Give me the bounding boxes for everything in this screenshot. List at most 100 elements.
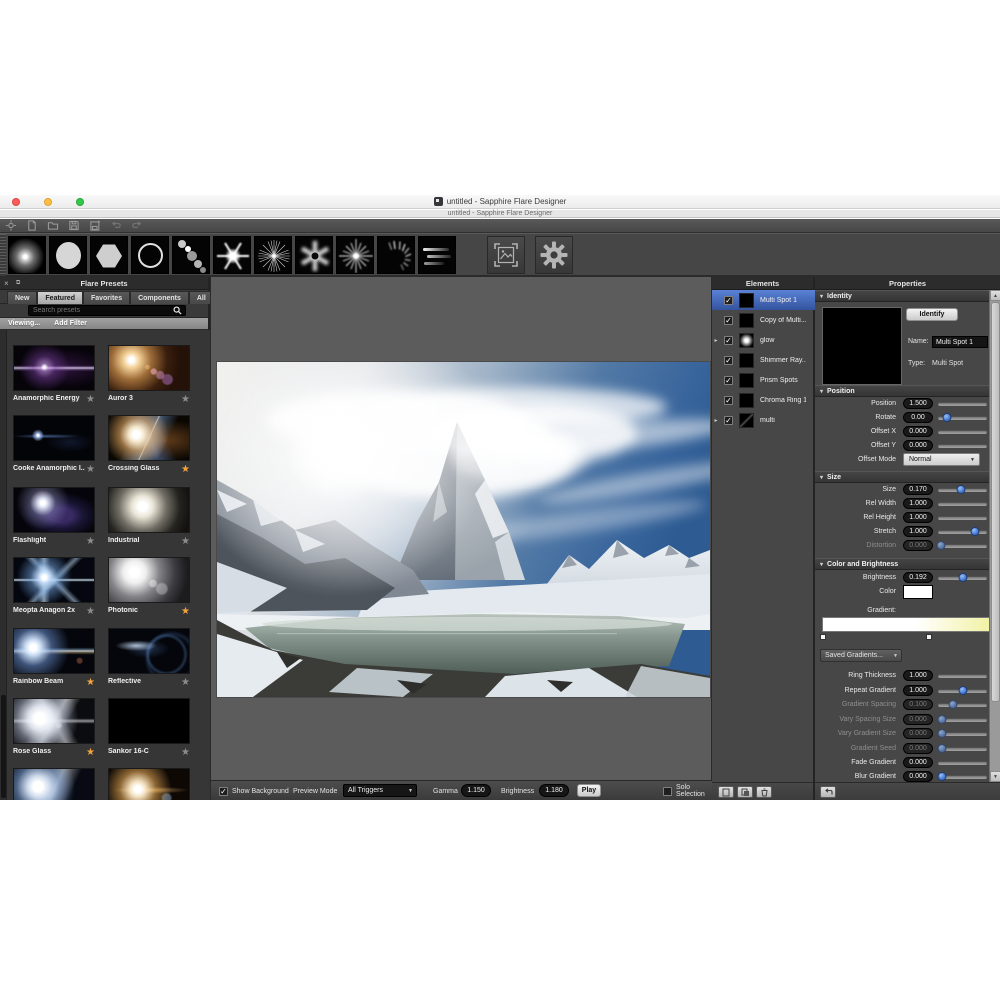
preset-thumbnail[interactable] (13, 698, 95, 744)
preset-item[interactable]: Meopta Anagon 2x ★ (13, 557, 95, 614)
element-row[interactable]: ✓ Copy of Multi... (712, 310, 815, 330)
favorite-star-icon[interactable]: ★ (86, 395, 95, 405)
param-value-field[interactable]: 0.000 (903, 757, 933, 768)
param-value-field[interactable]: 1.000 (903, 498, 933, 509)
close-panel-icon[interactable]: × (4, 279, 9, 288)
add-star-element-button[interactable] (213, 236, 251, 274)
preset-item[interactable]: Sankor 16-C ★ (108, 698, 190, 755)
add-ring-element-button[interactable] (131, 236, 169, 274)
param-slider[interactable] (938, 488, 987, 492)
preset-thumbnail[interactable] (108, 487, 190, 533)
add-hexagon-element-button[interactable] (90, 236, 128, 274)
section-color-brightness[interactable]: ▾ Color and Brightness (815, 558, 989, 570)
section-position[interactable]: ▾ Position (815, 385, 989, 397)
favorite-star-icon[interactable]: ★ (181, 395, 190, 405)
element-visibility-checkbox[interactable]: ✓ (724, 316, 733, 325)
preset-item[interactable] (108, 768, 190, 800)
param-slider[interactable] (938, 516, 987, 520)
param-slider[interactable] (938, 430, 987, 434)
gradient-bar[interactable] (822, 617, 993, 632)
param-value-field[interactable]: 1.000 (903, 685, 933, 696)
element-visibility-checkbox[interactable]: ✓ (724, 396, 733, 405)
search-input[interactable] (29, 307, 169, 314)
tab-components[interactable]: Components (130, 291, 189, 304)
gamma-field[interactable]: 1.150 (461, 784, 491, 797)
solo-selection-checkbox[interactable] (663, 781, 672, 801)
offset-mode-dropdown[interactable]: Normal ▼ (903, 453, 980, 466)
element-row[interactable]: ✓ Chroma Ring 1 (712, 390, 815, 410)
preset-thumbnail[interactable] (108, 345, 190, 391)
element-row[interactable]: ✓ Prism Spots (712, 370, 815, 390)
undo-icon[interactable] (110, 220, 122, 231)
slider-handle[interactable] (959, 686, 968, 695)
save-as-icon[interactable] (89, 220, 101, 231)
scroll-down-button[interactable]: ▼ (990, 771, 1000, 782)
element-row[interactable]: ✓ Multi Spot 1 (712, 290, 815, 310)
tab-featured[interactable]: Featured (37, 291, 83, 304)
play-button[interactable]: Play (577, 784, 601, 797)
identify-button[interactable]: Identify (906, 308, 958, 321)
zoom-window-button[interactable] (76, 198, 84, 206)
triggers-dropdown[interactable]: All Triggers▼ (343, 784, 417, 797)
section-identity[interactable]: ▾ Identity (815, 290, 989, 302)
settings-button[interactable] (535, 236, 573, 274)
favorite-star-icon[interactable]: ★ (181, 465, 190, 475)
open-file-icon[interactable] (47, 220, 59, 231)
expand-arrow-icon[interactable]: ▸ (712, 337, 720, 344)
param-value-field[interactable]: 1.000 (903, 670, 933, 681)
element-visibility-checkbox[interactable]: ✓ (724, 296, 733, 305)
preset-thumbnail[interactable] (108, 557, 190, 603)
scrollbar-thumb[interactable] (1, 695, 6, 798)
brightness-field[interactable]: 1.180 (539, 784, 569, 797)
element-visibility-checkbox[interactable]: ✓ (724, 356, 733, 365)
param-slider[interactable] (938, 444, 987, 448)
scrollbar-thumb[interactable] (991, 302, 1000, 702)
redo-icon[interactable] (131, 220, 143, 231)
name-input[interactable]: Multi Spot 1 (932, 336, 988, 348)
param-slider[interactable] (938, 530, 987, 534)
add-thin-spikes-element-button[interactable] (336, 236, 374, 274)
element-row[interactable]: ▸ ✓ glow (712, 330, 815, 350)
param-value-field[interactable]: 0.000 (903, 771, 933, 782)
add-circle-element-button[interactable] (49, 236, 87, 274)
preset-item[interactable]: Crossing Glass ★ (108, 415, 190, 472)
preset-thumbnail[interactable] (108, 768, 190, 800)
param-slider[interactable] (938, 402, 987, 406)
favorite-star-icon[interactable]: ★ (181, 607, 190, 617)
preset-thumbnail[interactable] (108, 628, 190, 674)
preset-item[interactable]: Auror 3 ★ (108, 345, 190, 402)
add-arc-streaks-element-button[interactable] (377, 236, 415, 274)
element-visibility-checkbox[interactable]: ✓ (724, 336, 733, 345)
param-slider[interactable] (938, 674, 987, 678)
flare-icon[interactable] (5, 220, 17, 231)
preset-thumbnail[interactable] (13, 557, 95, 603)
favorite-star-icon[interactable]: ★ (181, 537, 190, 547)
param-value-field[interactable]: 0.000 (903, 440, 933, 451)
param-value-field[interactable]: 1.000 (903, 526, 933, 537)
param-value-field[interactable]: 0.192 (903, 572, 933, 583)
properties-scrollbar[interactable]: ▲ ▼ (989, 290, 1000, 782)
add-multi-spot-element-button[interactable] (172, 236, 210, 274)
favorite-star-icon[interactable]: ★ (86, 537, 95, 547)
preset-thumbnail[interactable] (13, 768, 95, 800)
preset-item[interactable] (13, 768, 95, 800)
save-icon[interactable] (68, 220, 80, 231)
add-filter-link[interactable]: Add Filter (54, 320, 87, 327)
saved-gradients-dropdown[interactable]: Saved Gradients... ▼ (820, 649, 902, 662)
favorite-star-icon[interactable]: ★ (86, 465, 95, 475)
new-file-icon[interactable] (26, 220, 38, 231)
param-value-field[interactable]: 0.000 (903, 426, 933, 437)
param-value-field[interactable]: 1.000 (903, 512, 933, 523)
preset-thumbnail[interactable] (13, 415, 95, 461)
param-slider[interactable] (938, 416, 987, 420)
param-value-field[interactable]: 0.170 (903, 484, 933, 495)
add-element-button[interactable] (718, 786, 734, 798)
preset-item[interactable]: Anamorphic Energy ★ (13, 345, 95, 402)
param-slider[interactable] (938, 502, 987, 506)
preset-item[interactable]: Reflective ★ (108, 628, 190, 685)
preset-thumbnail[interactable] (108, 698, 190, 744)
param-slider[interactable] (938, 775, 987, 779)
favorite-star-icon[interactable]: ★ (86, 607, 95, 617)
element-row[interactable]: ▸ ✓ multi (712, 410, 815, 430)
close-window-button[interactable] (12, 198, 20, 206)
